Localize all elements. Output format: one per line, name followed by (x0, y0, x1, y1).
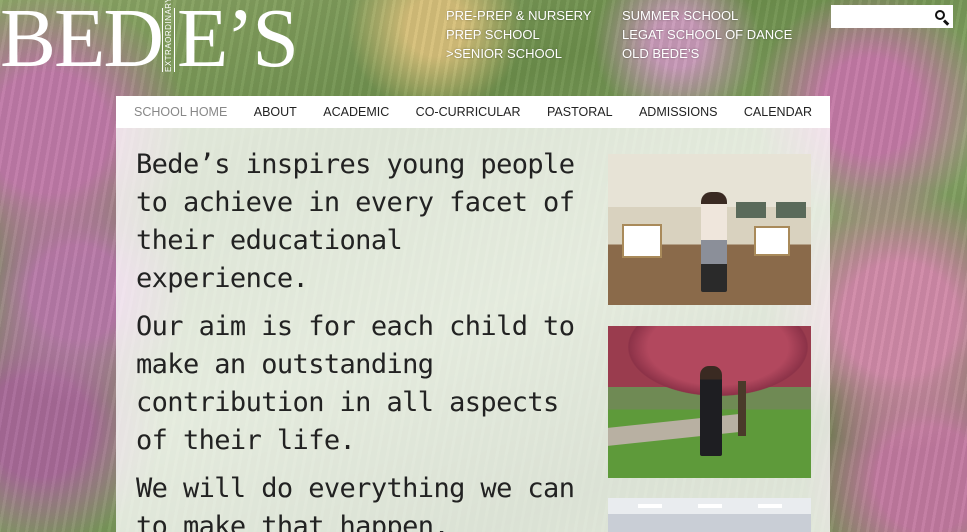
logo-word-part2: E’S (177, 0, 299, 85)
photo-tree-trunk (738, 381, 746, 436)
link-prep-school[interactable]: PREP SCHOOL (446, 25, 591, 44)
search-input[interactable] (831, 6, 931, 27)
intro-paragraph-2: Our aim is for each child to make an out… (136, 311, 575, 456)
photo-easel (622, 224, 662, 258)
intro-paragraph-1: Bede’s inspires young people to achieve … (136, 149, 575, 294)
photo-ceiling-light (758, 504, 782, 508)
nav-pastoral[interactable]: PASTORAL (547, 105, 613, 119)
interior-photo[interactable] (608, 498, 811, 532)
nav-co-curricular[interactable]: CO-CURRICULAR (416, 105, 521, 119)
link-legat-school-of-dance[interactable]: LEGAT SCHOOL OF DANCE (622, 25, 792, 44)
school-links-column-2: SUMMER SCHOOL LEGAT SCHOOL OF DANCE OLD … (622, 6, 792, 63)
link-summer-school[interactable]: SUMMER SCHOOL (622, 6, 792, 25)
search-icon-handle (942, 18, 950, 26)
link-old-bedes[interactable]: OLD BEDE’S (622, 44, 792, 63)
violinist-garden-photo[interactable] (608, 326, 811, 478)
search-icon-lens (935, 9, 945, 20)
link-senior-school[interactable]: >SENIOR SCHOOL (446, 44, 591, 63)
school-links-column-1: PRE-PREP & NURSERY PREP SCHOOL >SENIOR S… (446, 6, 591, 63)
nav-about[interactable]: ABOUT (254, 105, 297, 119)
photo-easel (754, 226, 790, 256)
intro-paragraph-3: We will do everything we can to make tha… (136, 473, 575, 532)
link-pre-prep-nursery[interactable]: PRE-PREP & NURSERY (446, 6, 591, 25)
photo-ceiling-light (698, 504, 722, 508)
photo-student (701, 192, 727, 292)
logo-word-part1: BED (0, 0, 164, 85)
photo-violinist (700, 366, 722, 456)
art-studio-photo[interactable] (608, 154, 811, 305)
logo[interactable]: BED EXTRAORDINARY E’S (0, 0, 299, 85)
nav-calendar[interactable]: CALENDAR (744, 105, 812, 119)
search-box (831, 5, 953, 28)
photo-ceiling-light (638, 504, 662, 508)
search-icon[interactable] (933, 8, 951, 26)
main-navigation: SCHOOL HOME ABOUT ACADEMIC CO-CURRICULAR… (116, 96, 830, 128)
nav-school-home[interactable]: SCHOOL HOME (134, 105, 227, 119)
logo-tagline: EXTRAORDINARY (162, 0, 175, 72)
photo-window (776, 202, 806, 218)
intro-text: Bede’s inspires young people to achieve … (136, 146, 586, 532)
nav-admissions[interactable]: ADMISSIONS (639, 105, 718, 119)
photo-window (736, 202, 766, 218)
nav-academic[interactable]: ACADEMIC (323, 105, 389, 119)
